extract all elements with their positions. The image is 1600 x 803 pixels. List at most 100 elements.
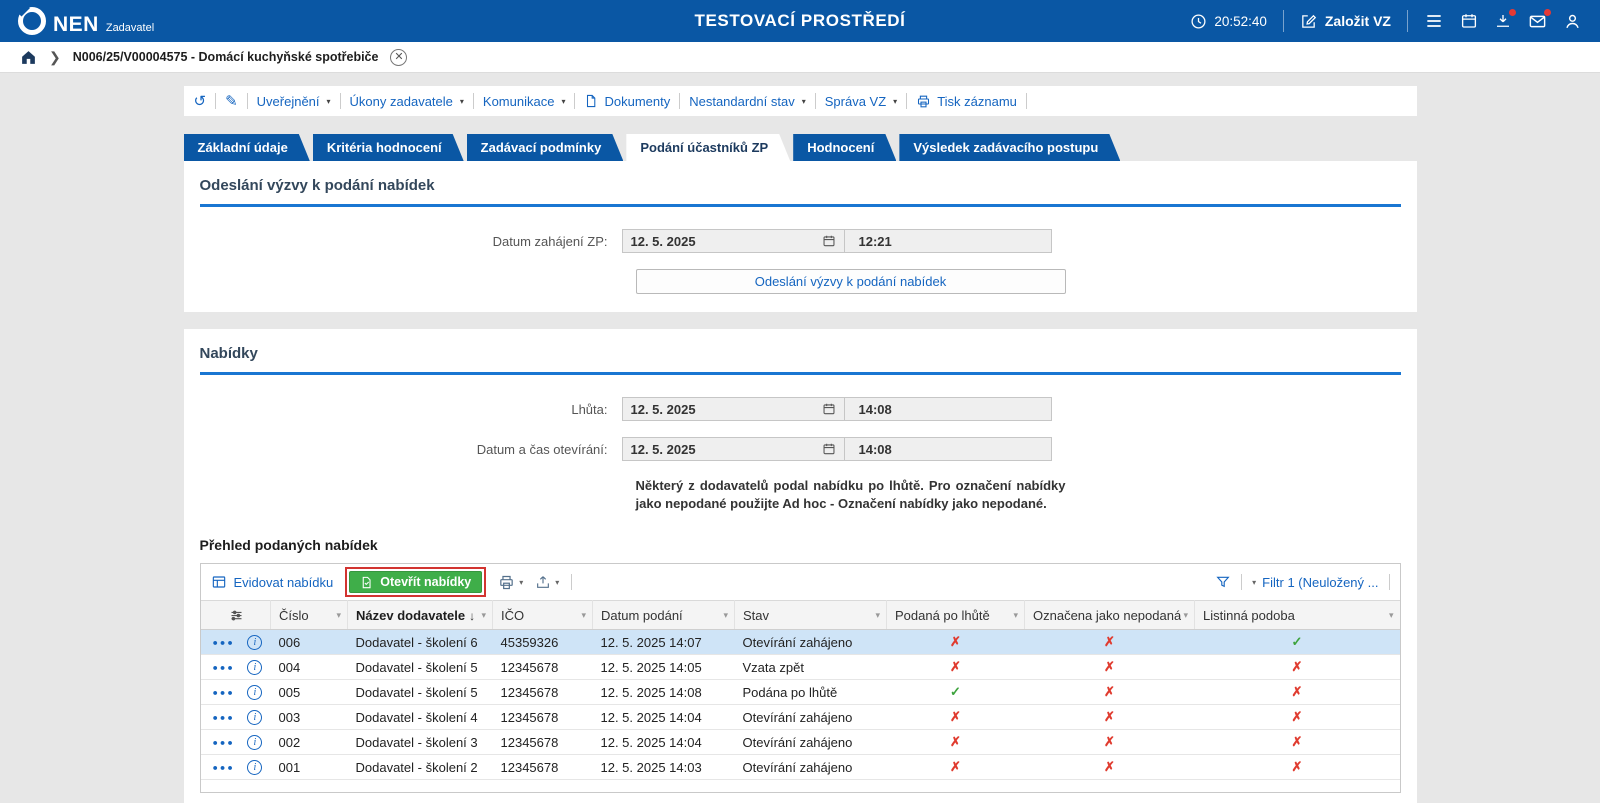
- user-icon[interactable]: [1563, 12, 1582, 31]
- otevrit-nabidky-highlight: Otevřít nabídky: [345, 567, 487, 598]
- row-menu-icon[interactable]: ●●●: [213, 638, 235, 648]
- filter-funnel-icon[interactable]: [1215, 574, 1231, 590]
- history-icon[interactable]: ↺: [194, 94, 207, 109]
- row-menu-icon[interactable]: ●●●: [213, 713, 235, 723]
- row-menu-icon[interactable]: ●●●: [213, 738, 235, 748]
- tab[interactable]: Podání účastníků ZP: [626, 134, 790, 161]
- row-menu-icon[interactable]: ●●●: [213, 763, 235, 773]
- cell-listinna-podoba-flag: ✗: [1194, 754, 1400, 781]
- row-info-icon[interactable]: i: [247, 760, 263, 776]
- cell-ico: 12345678: [492, 704, 593, 731]
- row-info-icon[interactable]: i: [247, 635, 263, 651]
- table-row[interactable]: ●●● i 001 Dodavatel - školení 2 12345678…: [200, 754, 1400, 781]
- filter-caret-icon[interactable]: ▾: [1389, 610, 1394, 621]
- breadcrumb-record[interactable]: N006/25/V00004575 - Domácí kuchyňské spo…: [73, 50, 379, 64]
- downloads-icon[interactable]: [1494, 9, 1516, 30]
- create-vz-button[interactable]: Založit VZ: [1300, 13, 1391, 30]
- edit-icon[interactable]: ✎: [225, 94, 238, 109]
- column-header-oznacena-nepodana[interactable]: Označena jako nepodaná ▾: [1024, 600, 1195, 631]
- home-icon[interactable]: [20, 49, 37, 66]
- tab[interactable]: Kritéria hodnocení: [313, 134, 464, 161]
- tab[interactable]: Zadávací podmínky: [467, 134, 624, 161]
- tab[interactable]: Základní údaje: [184, 134, 310, 161]
- row-menu-icon[interactable]: ●●●: [213, 688, 235, 698]
- table-row[interactable]: ●●● i 002 Dodavatel - školení 3 12345678…: [200, 729, 1400, 756]
- cell-listinna-podoba-flag: ✓: [1194, 629, 1400, 656]
- row-info-icon[interactable]: i: [247, 660, 263, 676]
- toolbar-item-ukony-zadavatele[interactable]: Úkony zadavatele ▾: [350, 94, 464, 109]
- cell-podana-po-lhute-flag: ✗: [886, 704, 1025, 731]
- lhuta-time-input[interactable]: 14:08: [843, 397, 1052, 421]
- filter-caret-icon[interactable]: ▾: [336, 610, 341, 621]
- column-settings-icon[interactable]: [229, 608, 244, 623]
- tab[interactable]: Výsledek zadávacího postupu: [899, 134, 1120, 161]
- filter-caret-icon[interactable]: ▾: [481, 610, 486, 621]
- export-button[interactable]: ▾: [535, 574, 559, 590]
- toolbar-item-nestandardni-stav[interactable]: Nestandardní stav ▾: [689, 94, 806, 109]
- column-header-cislo[interactable]: Číslo ▾: [270, 600, 348, 631]
- row-info-icon[interactable]: i: [247, 735, 263, 751]
- print-grid-button[interactable]: ▾: [498, 574, 523, 591]
- row-info-icon[interactable]: i: [247, 710, 263, 726]
- cell-podana-po-lhute-flag: ✗: [886, 729, 1025, 756]
- cell-cislo: 002: [270, 729, 348, 756]
- column-header-podana-po-lhute[interactable]: Podaná po lhůtě ▾: [886, 600, 1025, 631]
- close-record-icon[interactable]: ✕: [390, 48, 408, 66]
- grid-toolbar: Evidovat nabídku Otevřít nabídky ▾ ▾ ▾ F…: [201, 564, 1400, 600]
- oteviranie-input-group: 12. 5. 2025 14:08: [621, 437, 1052, 461]
- otevrit-nabidky-button[interactable]: Otevřít nabídky: [349, 571, 483, 594]
- toolbar-item-sprava-vz[interactable]: Správa VZ ▾: [825, 94, 897, 109]
- table-row[interactable]: ●●● i 004 Dodavatel - školení 5 12345678…: [200, 654, 1400, 681]
- field-label-datum-zahajeni: Datum zahájení ZP:: [492, 233, 608, 249]
- menu-icon[interactable]: [1424, 11, 1444, 31]
- evidovat-nabidku-button[interactable]: Evidovat nabídku: [211, 574, 333, 590]
- divider: [246, 93, 248, 109]
- odeslani-vyzvy-button[interactable]: Odeslání výzvy k podání nabídek: [635, 269, 1066, 294]
- section-odeslani-vyzvy: Odeslání výzvy k podání nabídek Datum za…: [183, 161, 1417, 312]
- toolbar-item-tisk-zaznamu[interactable]: Tisk záznamu: [916, 94, 1017, 109]
- filter-caret-icon[interactable]: ▾: [1183, 610, 1188, 621]
- column-header-stav[interactable]: Stav ▾: [734, 600, 887, 631]
- table-row[interactable]: ●●● i 006 Dodavatel - školení 6 45359326…: [200, 629, 1400, 656]
- column-header-nazev[interactable]: Název dodavatele ↓ ▾: [347, 600, 493, 631]
- column-header-listinna-podoba[interactable]: Listinná podoba ▾: [1194, 600, 1400, 631]
- messages-icon[interactable]: [1528, 8, 1551, 31]
- column-header-ico[interactable]: IČO ▾: [492, 600, 593, 631]
- column-header-datum-podani[interactable]: Datum podání ▾: [592, 600, 735, 631]
- datum-zahajeni-date-input[interactable]: 12. 5. 2025: [621, 229, 844, 253]
- datum-zahajeni-time-input[interactable]: 12:21: [843, 229, 1052, 253]
- cell-datum-podani: 12. 5. 2025 14:04: [592, 704, 735, 731]
- tab[interactable]: Hodnocení: [793, 134, 896, 161]
- filter-caret-icon[interactable]: ▾: [581, 610, 586, 621]
- table-row[interactable]: ●●● i 005 Dodavatel - školení 5 12345678…: [200, 679, 1400, 706]
- toolbar-item-komunikace[interactable]: Komunikace ▾: [483, 94, 566, 109]
- lhuta-date-input[interactable]: 12. 5. 2025: [621, 397, 844, 421]
- row-info-icon[interactable]: i: [247, 685, 263, 701]
- calendar-icon[interactable]: [822, 402, 836, 416]
- brand[interactable]: NEN Zadavatel: [18, 7, 154, 35]
- cell-datum-podani: 12. 5. 2025 14:08: [592, 679, 735, 706]
- calendar-icon[interactable]: [822, 234, 836, 248]
- filter-caret-icon[interactable]: ▾: [875, 610, 880, 621]
- row-menu-icon[interactable]: ●●●: [213, 663, 235, 673]
- nen-logo-icon: [18, 7, 46, 35]
- toolbar-item-dokumenty[interactable]: Dokumenty: [584, 94, 670, 109]
- field-label-lhuta: Lhůta:: [571, 401, 608, 417]
- chevron-down-icon: ▾: [326, 96, 331, 106]
- cell-cislo: 004: [270, 654, 348, 681]
- chevron-right-icon: ❯: [49, 48, 61, 65]
- cell-oznacena-nepodana-flag: ✗: [1024, 629, 1195, 656]
- clock: 20:52:40: [1190, 13, 1267, 30]
- filter-caret-icon[interactable]: ▾: [723, 610, 728, 621]
- calendar-icon[interactable]: [822, 442, 836, 456]
- oteviranie-date-input[interactable]: 12. 5. 2025: [621, 437, 844, 461]
- grid-add-icon: [211, 574, 227, 590]
- toolbar-item-uverejneni[interactable]: Uveřejnění ▾: [257, 94, 331, 109]
- oteviranie-time-input[interactable]: 14:08: [843, 437, 1052, 461]
- active-filter[interactable]: ▾ Filtr 1 (Neuložený ...: [1252, 575, 1378, 590]
- filter-caret-icon[interactable]: ▾: [1013, 610, 1018, 621]
- calendar-icon[interactable]: [1460, 12, 1478, 30]
- cell-nazev-dodavatele: Dodavatel - školení 5: [347, 654, 493, 681]
- table-row[interactable]: ●●● i 003 Dodavatel - školení 4 12345678…: [200, 704, 1400, 731]
- chevron-down-icon: ▾: [1252, 577, 1257, 587]
